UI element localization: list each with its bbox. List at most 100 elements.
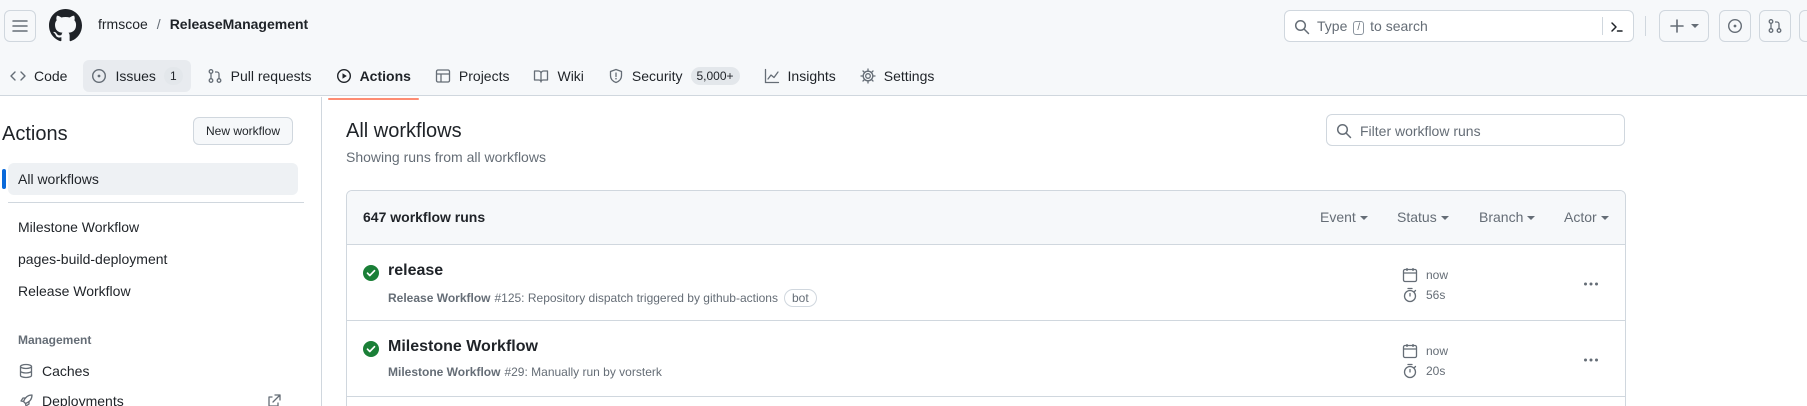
sidebar-item-milestone-workflow[interactable]: Milestone Workflow	[8, 211, 298, 243]
event-filter[interactable]: Event	[1320, 209, 1368, 225]
actor-filter[interactable]: Actor	[1564, 209, 1609, 225]
sidebar-divider	[8, 202, 304, 203]
breadcrumb: frmscoe / ReleaseManagement	[98, 16, 308, 32]
menu-button[interactable]	[4, 10, 36, 42]
tab-label: Security	[631, 68, 683, 84]
status-filter-label: Status	[1397, 209, 1437, 225]
sidebar-item-pages-build-deployment[interactable]: pages-build-deployment	[8, 243, 298, 275]
repo-link[interactable]: ReleaseManagement	[170, 16, 309, 32]
stopwatch-icon	[1403, 287, 1417, 303]
table-row[interactable]: release Release Workflow #125: Repositor…	[347, 246, 1625, 321]
status-filter[interactable]: Status	[1397, 209, 1449, 225]
run-workflow-name: Release Workflow	[388, 291, 491, 305]
search-icon	[1336, 123, 1352, 139]
management-heading: Management	[18, 333, 92, 347]
tab-issues[interactable]: Issues 1	[83, 60, 191, 92]
search-input[interactable]: Type / to search	[1284, 10, 1634, 42]
gear-icon	[860, 68, 876, 84]
kebab-menu-icon[interactable]	[1583, 352, 1599, 368]
run-workflow-name: Milestone Workflow	[388, 365, 501, 379]
check-circle-icon	[363, 265, 379, 281]
search-placeholder: Type / to search	[1317, 18, 1428, 35]
run-duration: 20s	[1402, 363, 1445, 379]
external-link-icon	[268, 394, 281, 406]
sidebar-item-caches[interactable]: Caches	[8, 356, 298, 386]
tab-label: Projects	[458, 68, 510, 84]
tab-label: Actions	[359, 68, 411, 84]
create-new-button[interactable]	[1659, 10, 1709, 42]
run-meta: Milestone Workflow #29: Manually run by …	[388, 365, 662, 379]
kebab-menu-icon[interactable]	[1583, 276, 1599, 292]
run-duration-value: 20s	[1426, 364, 1446, 378]
runs-count: 647 workflow runs	[363, 209, 486, 225]
chevron-down-icon	[1600, 216, 1609, 220]
tab-projects[interactable]: Projects	[427, 60, 518, 92]
security-counter: 5,000+	[690, 67, 740, 85]
tab-settings[interactable]: Settings	[852, 60, 943, 92]
run-duration: 56s	[1402, 287, 1445, 303]
run-time: now	[1402, 343, 1448, 359]
filter-workflow-runs-input[interactable]: Filter workflow runs	[1326, 114, 1625, 146]
event-filter-label: Event	[1320, 209, 1356, 225]
page-title: All workflows	[346, 120, 462, 142]
tab-label: Pull requests	[230, 68, 312, 84]
actions-sidebar: Actions New workflow All workflows Miles…	[0, 97, 322, 406]
pull-request-icon	[208, 69, 222, 83]
play-icon	[336, 68, 351, 84]
app-header: frmscoe / ReleaseManagement Type / to se…	[0, 0, 1807, 100]
tab-wiki[interactable]: Wiki	[525, 60, 591, 92]
slash-key: /	[1353, 21, 1365, 35]
sidebar-item-all-workflows[interactable]: All workflows	[2, 163, 298, 195]
tab-insights[interactable]: Insights	[756, 60, 844, 92]
avatar-button[interactable]	[1799, 10, 1807, 42]
search-placeholder-after: to search	[1370, 18, 1428, 34]
rocket-icon	[20, 394, 33, 406]
tab-label: Code	[34, 68, 68, 84]
run-time: now	[1402, 267, 1448, 283]
run-title[interactable]: Milestone Workflow	[388, 338, 538, 356]
breadcrumb-separator: /	[156, 16, 161, 32]
tab-label: Settings	[883, 68, 935, 84]
issues-counter: 1	[163, 67, 183, 85]
search-placeholder-before: Type	[1317, 18, 1348, 34]
shield-icon	[609, 68, 623, 84]
branch-filter[interactable]: Branch	[1479, 209, 1536, 225]
tab-code[interactable]: Code	[2, 60, 75, 92]
calendar-icon	[1402, 344, 1418, 359]
run-title[interactable]: release	[388, 262, 443, 280]
pull-requests-button[interactable]	[1759, 10, 1791, 42]
filter-placeholder: Filter workflow runs	[1360, 123, 1481, 139]
sidebar-item-deployments[interactable]: Deployments	[8, 386, 298, 406]
table-row[interactable]: Milestone Workflow Milestone Workflow #2…	[347, 322, 1625, 397]
branch-filter-label: Branch	[1479, 209, 1524, 225]
issues-button[interactable]	[1719, 10, 1751, 42]
pull-request-icon	[1768, 19, 1782, 33]
search-divider	[1602, 17, 1603, 35]
chevron-down-icon	[1691, 24, 1699, 28]
sidebar-item-release-workflow[interactable]: Release Workflow	[8, 275, 298, 307]
tab-actions[interactable]: Actions	[327, 60, 420, 100]
bot-badge: bot	[783, 289, 817, 307]
check-circle-icon	[363, 341, 379, 357]
page-subtitle: Showing runs from all workflows	[346, 149, 546, 165]
run-when: now	[1426, 268, 1449, 282]
tab-label: Wiki	[557, 68, 584, 84]
github-logo-icon[interactable]	[49, 9, 82, 42]
issue-icon	[92, 68, 107, 84]
search-icon	[1294, 19, 1310, 35]
tab-label: Insights	[787, 68, 836, 84]
tab-security[interactable]: Security 5,000+	[600, 60, 748, 92]
code-icon	[10, 71, 26, 81]
database-icon	[19, 363, 33, 379]
chevron-down-icon	[1527, 216, 1536, 220]
command-palette-icon[interactable]	[1609, 19, 1625, 35]
table-icon	[435, 69, 451, 83]
owner-link[interactable]: frmscoe	[98, 16, 148, 32]
tab-label: Issues	[115, 68, 156, 84]
sidebar-item-label: Caches	[42, 363, 90, 379]
new-workflow-button[interactable]: New workflow	[193, 117, 294, 145]
actor-filter-label: Actor	[1564, 209, 1597, 225]
issue-icon	[1727, 18, 1743, 34]
run-title-text: Milestone Workflow	[388, 338, 538, 355]
tab-pull-requests[interactable]: Pull requests	[199, 60, 320, 92]
